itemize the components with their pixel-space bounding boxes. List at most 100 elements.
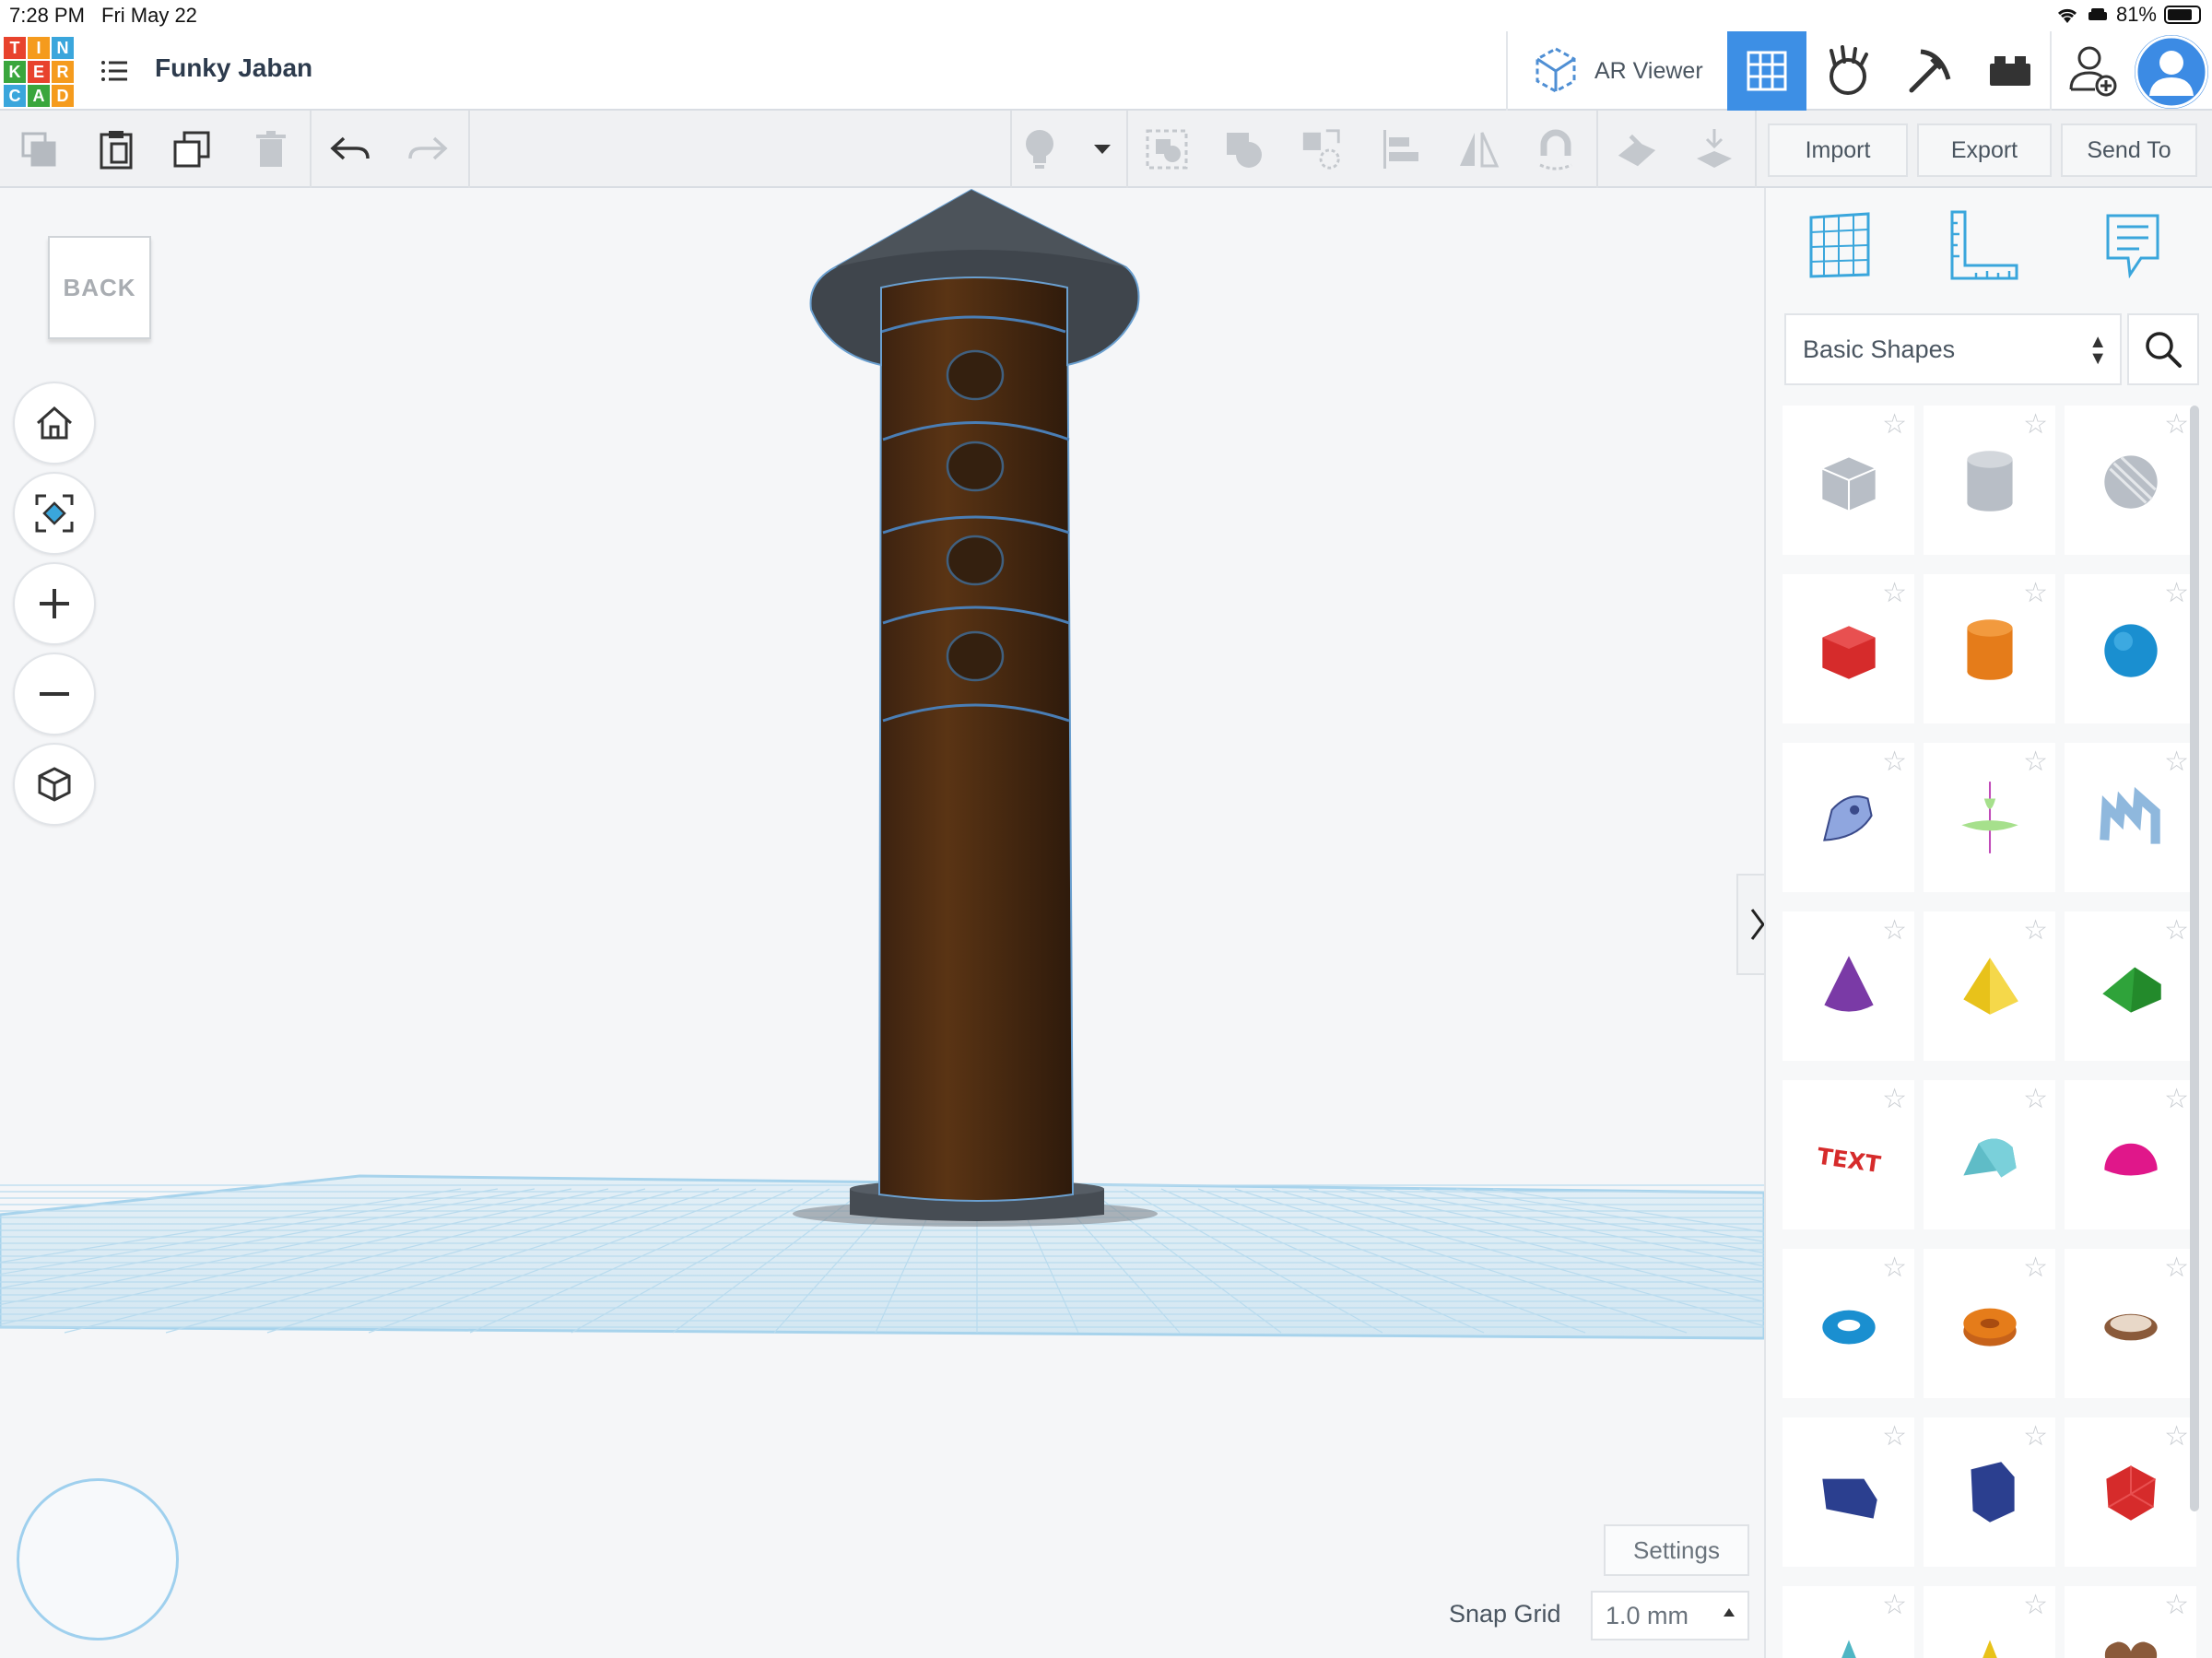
- sim-lab-view-button[interactable]: [1971, 31, 2050, 111]
- favorite-star-icon[interactable]: ☆: [2164, 917, 2189, 945]
- light-dropdown-button[interactable]: [1080, 127, 1124, 171]
- favorite-star-icon[interactable]: ☆: [1882, 1254, 1907, 1282]
- favorite-star-icon[interactable]: ☆: [1882, 580, 1907, 607]
- favorite-star-icon[interactable]: ☆: [1882, 1423, 1907, 1451]
- tinkercad-logo[interactable]: TIN KER CAD: [4, 37, 74, 107]
- shape-round-roof[interactable]: ☆: [1924, 1080, 2055, 1229]
- shape-box-hole[interactable]: ☆: [1783, 406, 1914, 555]
- favorite-star-icon[interactable]: ☆: [2023, 580, 2048, 607]
- shape-box[interactable]: ☆: [1783, 574, 1914, 723]
- shape-wedge[interactable]: ☆: [1783, 1417, 1914, 1567]
- add-user-icon: [2069, 46, 2117, 97]
- import-button[interactable]: Import: [1768, 123, 1908, 177]
- shape-heart[interactable]: ☆: [2065, 1586, 2196, 1658]
- notes-tool-button[interactable]: [2094, 206, 2171, 284]
- panel-scrollbar[interactable]: [2190, 406, 2199, 1511]
- ungroup-button[interactable]: [1222, 127, 1266, 171]
- design-list-icon[interactable]: [100, 55, 131, 87]
- user-avatar[interactable]: [2135, 35, 2208, 109]
- 3d-design-view-button[interactable]: [1727, 31, 1806, 111]
- shape-torus[interactable]: ☆: [1783, 1249, 1914, 1398]
- shape-star-teal[interactable]: ☆: [1783, 1586, 1914, 1658]
- favorite-star-icon[interactable]: ☆: [2023, 748, 2048, 776]
- workplane-button[interactable]: [1615, 127, 1659, 171]
- fit-view-button[interactable]: [13, 472, 96, 555]
- favorite-star-icon[interactable]: ☆: [2164, 1592, 2189, 1619]
- send-to-button[interactable]: Send To: [2061, 123, 2197, 177]
- snap-grid-select[interactable]: 1.0 mm: [1591, 1591, 1749, 1640]
- shape-cone[interactable]: ☆: [1783, 911, 1914, 1061]
- favorite-star-icon[interactable]: ☆: [1882, 1592, 1907, 1619]
- mirror-button[interactable]: [1456, 127, 1500, 171]
- shape-half-sphere[interactable]: ☆: [2065, 1080, 2196, 1229]
- roof-icon: [2101, 967, 2161, 1013]
- favorite-star-icon[interactable]: ☆: [1882, 917, 1907, 945]
- shape-text-3d-blue[interactable]: ☆: [2065, 743, 2196, 892]
- redo-button[interactable]: [406, 127, 450, 171]
- align-button[interactable]: [1379, 127, 1423, 171]
- settings-button[interactable]: Settings: [1604, 1524, 1749, 1576]
- cruise-button[interactable]: [1534, 127, 1578, 171]
- ar-cube-icon: [1535, 47, 1576, 93]
- drop-button[interactable]: [1692, 127, 1736, 171]
- collapse-panel-button[interactable]: [1736, 874, 1764, 975]
- view-cube[interactable]: BACK: [48, 236, 151, 339]
- project-title[interactable]: Funky Jaban: [155, 53, 312, 83]
- favorite-star-icon[interactable]: ☆: [2023, 1423, 2048, 1451]
- ruler-tool-button[interactable]: [1945, 206, 2022, 284]
- delete-button[interactable]: [249, 127, 293, 171]
- favorite-star-icon[interactable]: ☆: [2164, 580, 2189, 607]
- zoom-out-button[interactable]: [13, 653, 96, 735]
- blocks-view-button[interactable]: [1808, 31, 1888, 111]
- show-all-button[interactable]: [1018, 127, 1062, 171]
- workplane-tool-button[interactable]: [1801, 206, 1878, 284]
- shape-roof[interactable]: ☆: [2065, 911, 2196, 1061]
- shape-icosahedron[interactable]: ☆: [2065, 1417, 2196, 1567]
- duplicate-button[interactable]: [170, 127, 214, 171]
- shape-scribble[interactable]: ☆: [1783, 743, 1914, 892]
- shape-text[interactable]: TEXT ☆: [1783, 1080, 1914, 1229]
- tower-body[interactable]: [877, 267, 1075, 1202]
- shape-cylinder-hole[interactable]: ☆: [1924, 406, 2055, 555]
- ar-viewer-button[interactable]: AR Viewer: [1530, 42, 1703, 100]
- perspective-toggle-button[interactable]: [13, 743, 96, 826]
- export-button[interactable]: Export: [1917, 123, 2052, 177]
- invite-user-button[interactable]: [2053, 31, 2133, 111]
- shape-ring[interactable]: ☆: [2065, 1249, 2196, 1398]
- shape-tube[interactable]: ☆: [1924, 1249, 2055, 1398]
- shape-library-select[interactable]: Basic Shapes ▲ ▼: [1784, 313, 2122, 385]
- favorite-star-icon[interactable]: ☆: [2023, 1086, 2048, 1113]
- favorite-star-icon[interactable]: ☆: [2164, 1086, 2189, 1113]
- orbit-joystick[interactable]: [17, 1478, 179, 1640]
- paste-button[interactable]: [94, 127, 138, 171]
- favorite-star-icon[interactable]: ☆: [2164, 1254, 2189, 1282]
- shape-shape-generator[interactable]: ☆: [1924, 743, 2055, 892]
- shape-cylinder[interactable]: ☆: [1924, 574, 2055, 723]
- favorite-star-icon[interactable]: ☆: [1882, 1086, 1907, 1113]
- group-button[interactable]: [1145, 127, 1189, 171]
- favorite-star-icon[interactable]: ☆: [2023, 411, 2048, 439]
- favorite-star-icon[interactable]: ☆: [2164, 411, 2189, 439]
- favorite-star-icon[interactable]: ☆: [2164, 1423, 2189, 1451]
- chevron-right-icon: [1750, 909, 1764, 940]
- favorite-star-icon[interactable]: ☆: [1882, 748, 1907, 776]
- copy-button[interactable]: [17, 127, 61, 171]
- favorite-star-icon[interactable]: ☆: [2023, 917, 2048, 945]
- favorite-star-icon[interactable]: ☆: [2023, 1592, 2048, 1619]
- shape-pyramid[interactable]: ☆: [1924, 911, 2055, 1061]
- favorite-star-icon[interactable]: ☆: [2164, 748, 2189, 776]
- shape-sphere-hole[interactable]: ☆: [2065, 406, 2196, 555]
- zoom-in-button[interactable]: [13, 562, 96, 645]
- search-shapes-button[interactable]: [2127, 313, 2199, 385]
- 3d-workspace[interactable]: BACK Settings Snap Grid 1.0 mm: [0, 188, 1764, 1658]
- bricks-view-button[interactable]: [1889, 31, 1969, 111]
- shape-polygon[interactable]: ☆: [1924, 1417, 2055, 1567]
- undo-button[interactable]: [328, 127, 372, 171]
- favorite-star-icon[interactable]: ☆: [2023, 1254, 2048, 1282]
- favorite-star-icon[interactable]: ☆: [1882, 411, 1907, 439]
- shape-sphere[interactable]: ☆: [2065, 574, 2196, 723]
- home-view-button[interactable]: [13, 382, 96, 464]
- shape-star-yellow[interactable]: ☆: [1924, 1586, 2055, 1658]
- scene-render[interactable]: [0, 188, 1764, 1658]
- make-hole-button[interactable]: [1300, 127, 1344, 171]
